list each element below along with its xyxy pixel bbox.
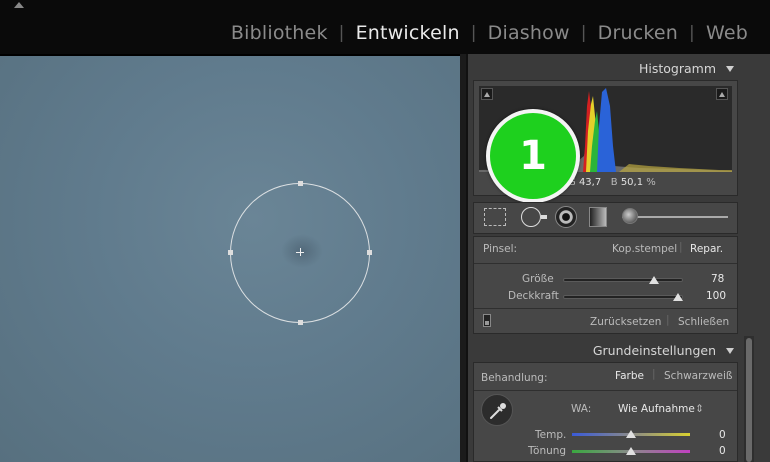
adjustment-brush-tool-icon[interactable] [622,208,638,224]
eyedropper-icon [490,403,506,419]
brush-handle-left[interactable] [228,250,233,255]
tint-slider-thumb[interactable] [626,447,636,455]
brush-handle-bottom[interactable] [298,320,303,325]
clone-mode-button[interactable]: Kop.stempel [612,243,677,255]
histogram-title: Histogramm [638,61,716,76]
histogram-header[interactable]: Histogramm [639,61,734,76]
white-balance-picker[interactable] [481,394,513,426]
collapse-triangle-icon [726,65,734,72]
close-button[interactable]: Schließen [678,316,729,328]
brush-handle-right[interactable] [367,250,372,255]
temp-label: Temp. [535,429,567,441]
reset-button[interactable]: Zurücksetzen [590,316,661,328]
treatment-label: Behandlung: [481,372,548,384]
size-slider-thumb[interactable] [648,276,659,284]
basic-header[interactable]: Grundeinstellungen [593,343,734,358]
crop-tool-icon[interactable] [484,208,506,226]
opacity-label: Deckkraft [508,290,559,302]
size-label: Größe [522,273,554,285]
temp-slider-thumb[interactable] [626,430,636,438]
module-diashow[interactable]: Diashow [488,22,570,44]
brush-handle-top[interactable] [298,181,303,186]
module-bar: Bibliothek | Entwickeln | Diashow | Druc… [0,0,770,54]
treatment-color-button[interactable]: Farbe [615,370,644,382]
brush-label: Pinsel: [483,243,518,255]
opacity-value[interactable]: 100 [706,290,726,302]
treatment-bw-button[interactable]: Schwarzweiß [664,370,733,382]
red-eye-tool-icon[interactable] [555,206,577,228]
collapse-triangle-icon [726,347,734,354]
spot-removal-tool-icon[interactable] [521,207,541,227]
wb-label: WA: [571,403,592,415]
wb-select-arrows-icon[interactable]: ⇕ [695,403,704,415]
size-slider[interactable] [563,278,683,282]
step-number-badge: 1 [486,109,580,203]
shadow-clipping-toggle[interactable] [481,88,493,100]
module-web[interactable]: Web [706,22,748,44]
spot-removal-arrow-icon [541,215,547,219]
panel-scrollbar-thumb[interactable] [746,338,752,462]
size-value[interactable]: 78 [711,273,724,285]
collapse-top-panel-icon[interactable] [14,2,24,8]
opacity-slider[interactable] [563,295,683,299]
module-entwickeln[interactable]: Entwickeln [356,22,460,44]
module-drucken[interactable]: Drucken [598,22,678,44]
tint-value[interactable]: 0 [719,445,726,457]
module-bibliothek[interactable]: Bibliothek [231,22,328,44]
histogram-readout: G 43,7 B 50,1 % [568,177,656,188]
temp-value[interactable]: 0 [719,429,726,441]
basic-title: Grundeinstellungen [592,343,716,358]
module-picker: Bibliothek | Entwickeln | Diashow | Druc… [230,22,748,44]
show-overlay-toggle-icon[interactable] [483,314,491,327]
tint-label: Tönung [528,445,567,457]
heal-mode-button[interactable]: Repar. [690,243,723,255]
graduated-filter-tool-icon[interactable] [589,207,607,227]
opacity-slider-thumb[interactable] [673,293,683,301]
step-number: 1 [519,133,547,179]
highlight-clipping-toggle[interactable] [716,88,728,100]
brush-crosshair-vertical [300,248,301,256]
wb-preset-select[interactable]: Wie Aufnahme [618,403,695,415]
